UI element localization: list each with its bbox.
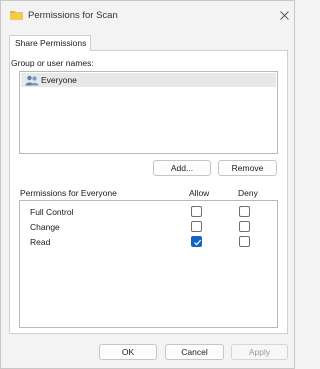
deny-checkbox[interactable] — [239, 221, 250, 232]
users-group-icon — [25, 75, 39, 86]
allow-column-header: Allow — [189, 188, 210, 198]
allow-checkbox[interactable] — [191, 206, 202, 217]
users-list[interactable]: Everyone — [19, 71, 278, 154]
permissions-header: Permissions for Everyone — [20, 188, 117, 198]
allow-checkbox[interactable] — [191, 236, 202, 247]
add-button[interactable]: Add... — [153, 160, 211, 176]
user-name: Everyone — [41, 75, 77, 85]
tab-share-permissions[interactable]: Share Permissions — [9, 35, 91, 51]
deny-checkbox[interactable] — [239, 236, 250, 247]
permission-name: Full Control — [30, 207, 74, 217]
permission-name: Read — [30, 237, 51, 247]
title-bar: Permissions for Scan — [1, 1, 294, 31]
group-names-label: Group or user names: — [11, 58, 94, 68]
permissions-list — [19, 200, 278, 328]
checkmark-icon — [194, 239, 202, 246]
list-item-everyone[interactable]: Everyone — [21, 73, 276, 87]
ok-button[interactable]: OK — [99, 344, 157, 360]
deny-column-header: Deny — [238, 188, 258, 198]
folder-icon — [10, 10, 23, 20]
close-button[interactable] — [273, 5, 295, 25]
permission-name: Change — [30, 222, 60, 232]
deny-checkbox[interactable] — [239, 206, 250, 217]
allow-checkbox[interactable] — [191, 221, 202, 232]
close-icon — [279, 10, 289, 20]
apply-button[interactable]: Apply — [231, 344, 288, 360]
remove-button[interactable]: Remove — [218, 160, 277, 176]
window-title: Permissions for Scan — [28, 10, 118, 21]
permissions-dialog: Permissions for Scan Share Permissions G… — [0, 0, 295, 369]
cancel-button[interactable]: Cancel — [165, 344, 224, 360]
